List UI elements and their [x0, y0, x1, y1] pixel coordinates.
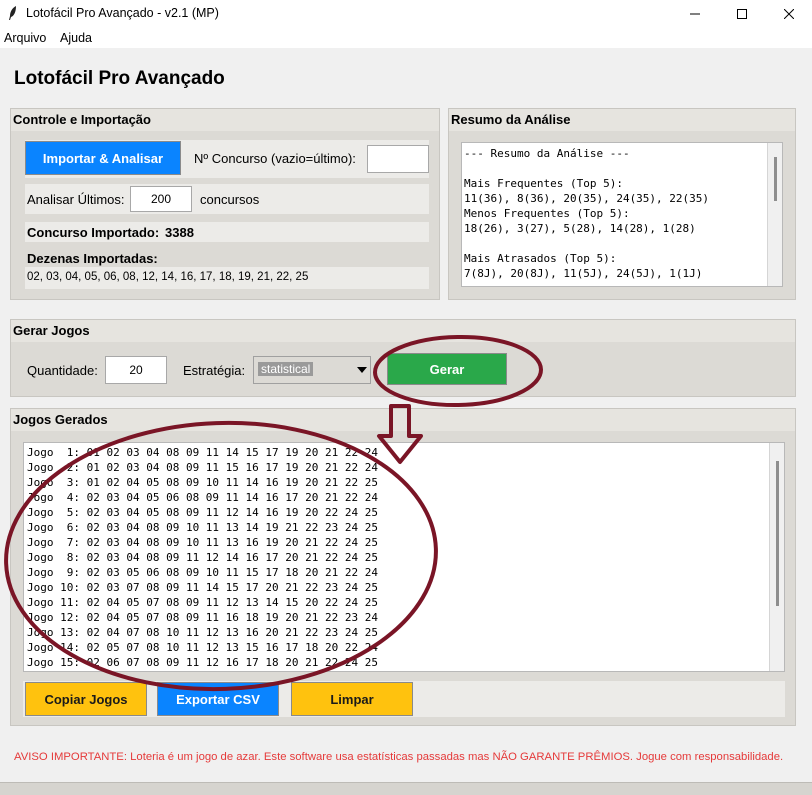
- concurso-label: Nº Concurso (vazio=último):: [194, 151, 356, 166]
- status-bar: [0, 782, 812, 795]
- jogo-line: Jogo 3: 01 02 04 05 08 09 10 11 14 16 19…: [27, 476, 378, 489]
- gerar-panel-header: Gerar Jogos: [11, 320, 795, 342]
- menu-arquivo[interactable]: Arquivo: [4, 31, 46, 45]
- jogos-scroll-thumb[interactable]: [776, 461, 779, 606]
- menu-ajuda[interactable]: Ajuda: [60, 31, 92, 45]
- resumo-line: 18(26), 3(27), 5(28), 14(28), 1(28): [464, 222, 696, 235]
- jogo-line: Jogo 8: 02 03 04 08 09 11 12 14 16 17 20…: [27, 551, 378, 564]
- quantidade-label: Quantidade:: [27, 363, 98, 378]
- resumo-line: Mais Atrasados (Top 5):: [464, 252, 617, 265]
- minimize-button[interactable]: [672, 0, 718, 28]
- resumo-line: Mais Frequentes (Top 5):: [464, 177, 623, 190]
- jogo-line: Jogo 4: 02 03 04 05 06 08 09 11 14 16 17…: [27, 491, 378, 504]
- app-title: Lotofácil Pro Avançado: [14, 68, 225, 89]
- maximize-button[interactable]: [719, 0, 765, 28]
- feather-icon: [9, 6, 16, 20]
- jogo-line: Jogo 11: 02 04 05 07 08 09 11 12 13 14 1…: [27, 596, 378, 609]
- limpar-button[interactable]: Limpar: [291, 682, 413, 716]
- copiar-jogos-button[interactable]: Copiar Jogos: [25, 682, 147, 716]
- resumo-line: [464, 236, 709, 251]
- jogos-panel-title: Jogos Gerados: [13, 412, 108, 427]
- gerar-button[interactable]: Gerar: [387, 353, 507, 385]
- quantidade-input[interactable]: 20: [105, 356, 167, 384]
- jogos-text: Jogo 1: 01 02 03 04 08 09 11 14 15 17 19…: [27, 445, 378, 670]
- jogos-panel-header: Jogos Gerados: [11, 409, 795, 431]
- importado-value: 3388: [165, 225, 194, 240]
- estrategia-label: Estratégia:: [183, 363, 246, 378]
- jogo-line: Jogo 1: 01 02 03 04 08 09 11 14 15 17 19…: [27, 446, 378, 459]
- resumo-scroll-thumb[interactable]: [774, 157, 777, 201]
- title-bar: Lotofácil Pro Avançado - v2.1 (MP): [0, 0, 812, 28]
- controle-panel-header: Controle e Importação: [11, 109, 439, 131]
- close-icon: [784, 9, 794, 19]
- resumo-text: --- Resumo da Análise --- Mais Frequente…: [464, 146, 709, 281]
- maximize-icon: [737, 9, 747, 19]
- resumo-line: [464, 161, 709, 176]
- controle-panel-title: Controle e Importação: [13, 112, 151, 127]
- window-title: Lotofácil Pro Avançado - v2.1 (MP): [26, 6, 219, 20]
- resumo-panel: Resumo da Análise --- Resumo da Análise …: [448, 108, 796, 300]
- jogos-textbox[interactable]: Jogo 1: 01 02 03 04 08 09 11 14 15 17 19…: [23, 442, 785, 672]
- minimize-icon: [690, 13, 700, 15]
- analisar-unit: concursos: [200, 192, 260, 207]
- jogo-line: Jogo 5: 02 03 04 05 08 09 11 12 14 16 19…: [27, 506, 378, 519]
- jogo-line: Jogo 10: 02 03 07 08 09 11 14 15 17 20 2…: [27, 581, 378, 594]
- jogo-line: Jogo 7: 02 03 04 08 09 10 11 13 16 19 20…: [27, 536, 378, 549]
- dezenas-value: 02, 03, 04, 05, 06, 08, 12, 14, 16, 17, …: [27, 271, 309, 283]
- estrategia-value: statistical: [258, 362, 314, 376]
- chevron-down-icon: [354, 357, 370, 383]
- resumo-panel-title: Resumo da Análise: [451, 112, 571, 127]
- jogo-line: Jogo 14: 02 05 07 08 10 11 12 13 15 16 1…: [27, 641, 378, 654]
- gerar-panel-title: Gerar Jogos: [13, 323, 90, 338]
- jogo-line: Jogo 13: 02 04 07 08 10 11 12 13 16 20 2…: [27, 626, 378, 639]
- menu-bar: Arquivo Ajuda: [0, 28, 812, 48]
- jogo-line: Jogo 12: 02 04 05 07 08 09 11 16 18 19 2…: [27, 611, 378, 624]
- close-button[interactable]: [766, 0, 812, 28]
- resumo-textbox[interactable]: --- Resumo da Análise --- Mais Frequente…: [461, 142, 783, 287]
- estrategia-select[interactable]: statistical: [253, 356, 371, 384]
- gerar-panel: Gerar Jogos Quantidade: 20 Estratégia: s…: [10, 319, 796, 397]
- jogo-line: Jogo 2: 01 02 03 04 08 09 11 15 16 17 19…: [27, 461, 378, 474]
- resumo-panel-header: Resumo da Análise: [449, 109, 795, 131]
- app-window: Lotofácil Pro Avançado - v2.1 (MP) Arqui…: [0, 0, 812, 795]
- jogos-panel: Jogos Gerados Jogo 1: 01 02 03 04 08 09 …: [10, 408, 796, 726]
- controle-panel: Controle e Importação Importar & Analisa…: [10, 108, 440, 300]
- importado-label: Concurso Importado:: [27, 225, 160, 240]
- resumo-line: 7(8J), 20(8J), 11(5J), 24(5J), 1(1J): [464, 267, 703, 280]
- dezenas-label: Dezenas Importadas:: [27, 251, 158, 266]
- concurso-input[interactable]: [367, 145, 429, 173]
- jogo-line: Jogo 15: 02 06 07 08 09 11 12 16 17 18 2…: [27, 656, 378, 669]
- jogo-line: Jogo 6: 02 03 04 08 09 10 11 13 14 19 21…: [27, 521, 378, 534]
- aviso-text: AVISO IMPORTANTE: Loteria é um jogo de a…: [14, 751, 784, 763]
- analisar-label: Analisar Últimos:: [27, 192, 125, 207]
- resumo-line: Menos Frequentes (Top 5):: [464, 207, 630, 220]
- import-analyze-button[interactable]: Importar & Analisar: [25, 141, 181, 175]
- resumo-scrollbar[interactable]: [767, 143, 782, 286]
- jogos-scrollbar[interactable]: [769, 443, 784, 671]
- exportar-csv-button[interactable]: Exportar CSV: [157, 682, 279, 716]
- analisar-input[interactable]: 200: [130, 186, 192, 212]
- resumo-line: 11(36), 8(36), 20(35), 24(35), 22(35): [464, 192, 710, 205]
- jogo-line: Jogo 9: 02 03 05 06 08 09 10 11 15 17 18…: [27, 566, 378, 579]
- resumo-line: --- Resumo da Análise ---: [464, 147, 630, 160]
